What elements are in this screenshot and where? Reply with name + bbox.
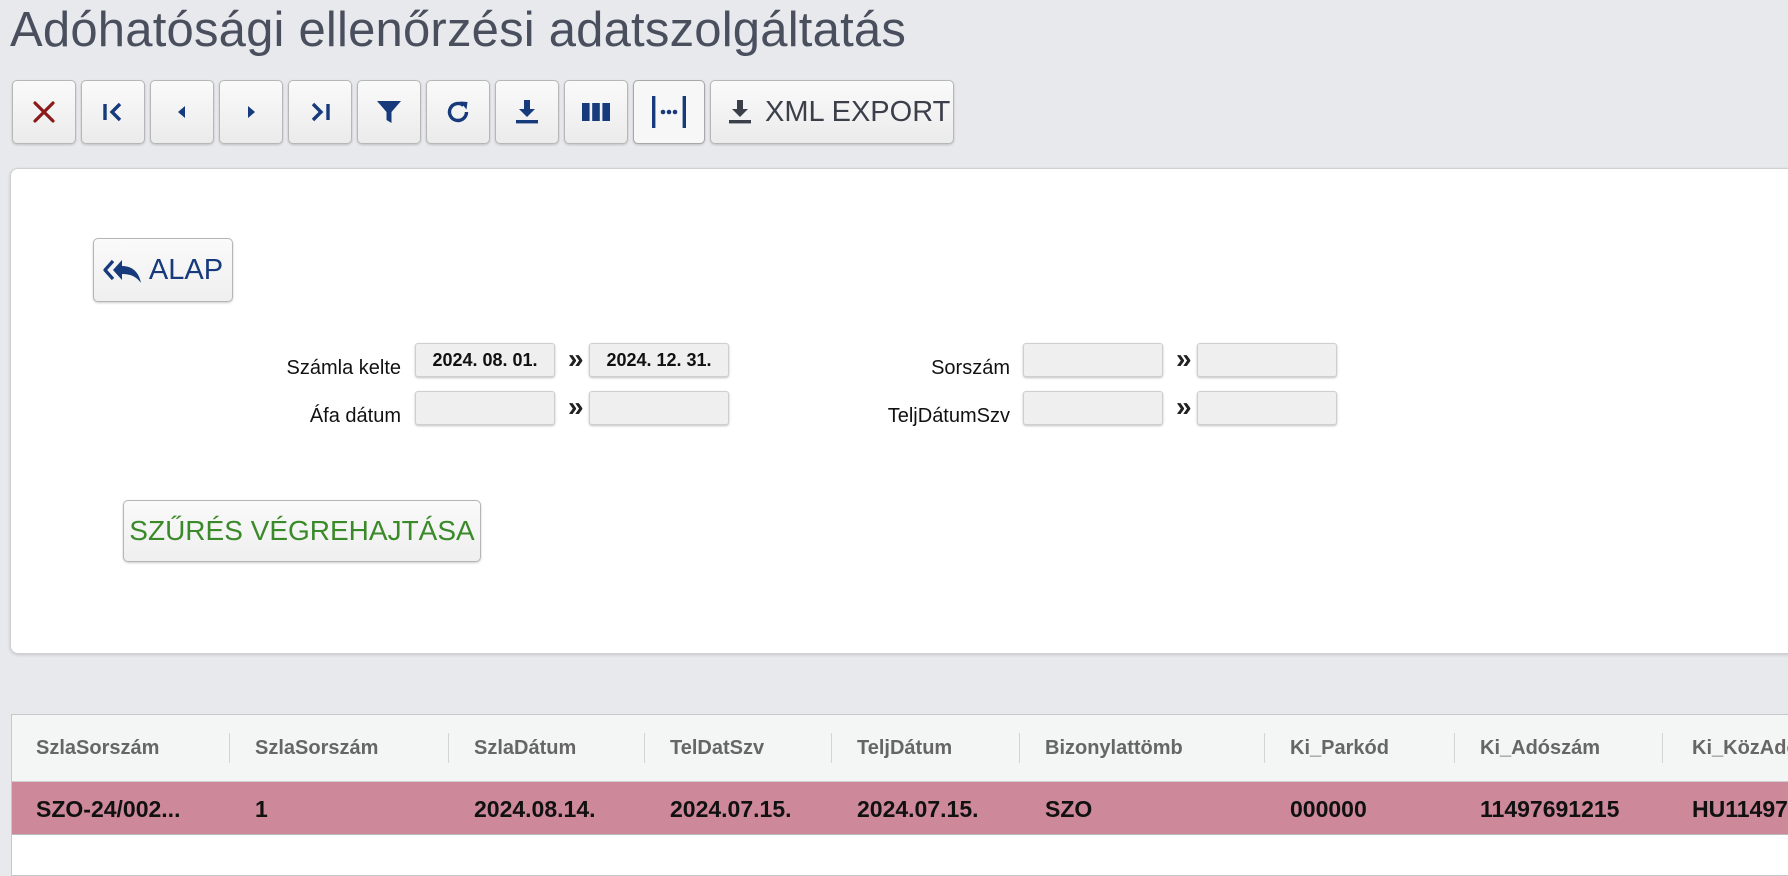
- column-separator: [1454, 733, 1455, 763]
- table-cell: 000000: [1290, 796, 1367, 822]
- range-separator: »: [568, 343, 584, 374]
- first-page-icon: [103, 102, 122, 122]
- alap-label: ALAP: [148, 253, 224, 286]
- szamla-kelte-label: Számla kelte: [286, 357, 402, 379]
- refresh-icon: [447, 101, 469, 123]
- column-header[interactable]: TelDatSzv: [670, 715, 830, 781]
- table-cell: 2024.07.15.: [857, 796, 979, 822]
- next-button[interactable]: [219, 80, 283, 144]
- afa-datum-label: Áfa dátum: [309, 405, 401, 427]
- column-separator: [229, 733, 230, 763]
- grid-header: SzlaSorszám SzlaSorszám SzlaDátum TelDat…: [12, 715, 1788, 782]
- fit-width-icon: [652, 96, 686, 128]
- download-icon: [516, 100, 538, 124]
- table-cell: SZO-24/002...: [36, 796, 181, 822]
- filter-panel: ALAP Számla kelte » Áfa dátum » Sorszám …: [10, 168, 1788, 654]
- xml-export-label: XML EXPORT: [765, 95, 951, 128]
- fit-width-button[interactable]: [633, 80, 705, 144]
- column-separator: [1264, 733, 1265, 763]
- filter-icon: [377, 101, 401, 123]
- columns-icon: [582, 103, 610, 121]
- table-cell: 2024.07.15.: [670, 796, 792, 822]
- szamla-kelte-to-input[interactable]: [589, 343, 729, 377]
- table-row[interactable]: SZO-24/002... 1 2024.08.14. 2024.07.15. …: [12, 782, 1788, 835]
- close-button[interactable]: [12, 80, 76, 144]
- alap-button[interactable]: ALAP: [93, 238, 233, 302]
- column-header[interactable]: SzlaDátum: [474, 715, 644, 781]
- sorszam-from-input[interactable]: [1023, 343, 1163, 377]
- table-cell: HU11497: [1692, 796, 1788, 822]
- range-separator: »: [568, 391, 584, 422]
- telj-datum-szv-label: TeljDátumSzv: [887, 405, 1010, 427]
- szamla-kelte-from-input[interactable]: [415, 343, 555, 377]
- afa-datum-to-input[interactable]: [589, 391, 729, 425]
- close-icon: [33, 101, 55, 123]
- column-separator: [1662, 733, 1663, 763]
- range-separator: »: [1176, 391, 1192, 422]
- column-header[interactable]: TeljDátum: [857, 715, 1017, 781]
- column-separator: [448, 733, 449, 763]
- telj-datum-szv-from-input[interactable]: [1023, 391, 1163, 425]
- previous-icon: [178, 106, 185, 118]
- column-separator: [831, 733, 832, 763]
- column-header[interactable]: SzlaSorszám: [255, 715, 445, 781]
- table-cell: 11497691215: [1480, 796, 1620, 822]
- previous-button[interactable]: [150, 80, 214, 144]
- next-icon: [248, 106, 255, 118]
- run-filter-button[interactable]: SZŰRÉS VÉGREHAJTÁSA: [123, 500, 481, 562]
- filter-button[interactable]: [357, 80, 421, 144]
- reply-all-icon: [103, 259, 141, 283]
- xml-export-button[interactable]: XML EXPORT: [710, 80, 954, 144]
- page-title: Adóhatósági ellenőrzési adatszolgáltatás: [10, 3, 907, 57]
- results-grid: SzlaSorszám SzlaSorszám SzlaDátum TelDat…: [11, 714, 1788, 876]
- last-page-icon: [311, 102, 330, 122]
- column-header[interactable]: Ki_KözAdó: [1692, 715, 1788, 781]
- last-page-button[interactable]: [288, 80, 352, 144]
- column-header[interactable]: Ki_Adószám: [1480, 715, 1660, 781]
- download-button[interactable]: [495, 80, 559, 144]
- column-separator: [644, 733, 645, 763]
- sorszam-label: Sorszám: [931, 357, 1010, 379]
- table-cell: SZO: [1045, 796, 1093, 822]
- column-header[interactable]: Bizonylattömb: [1045, 715, 1245, 781]
- sorszam-to-input[interactable]: [1197, 343, 1337, 377]
- range-separator: »: [1176, 343, 1192, 374]
- afa-datum-from-input[interactable]: [415, 391, 555, 425]
- download-icon: [729, 100, 751, 124]
- column-separator: [1019, 733, 1020, 763]
- telj-datum-szv-to-input[interactable]: [1197, 391, 1337, 425]
- table-cell: 2024.08.14.: [474, 796, 596, 822]
- refresh-button[interactable]: [426, 80, 490, 144]
- table-cell: 1: [255, 796, 268, 822]
- column-header[interactable]: SzlaSorszám: [36, 715, 226, 781]
- columns-button[interactable]: [564, 80, 628, 144]
- column-header[interactable]: Ki_Parkód: [1290, 715, 1450, 781]
- first-page-button[interactable]: [81, 80, 145, 144]
